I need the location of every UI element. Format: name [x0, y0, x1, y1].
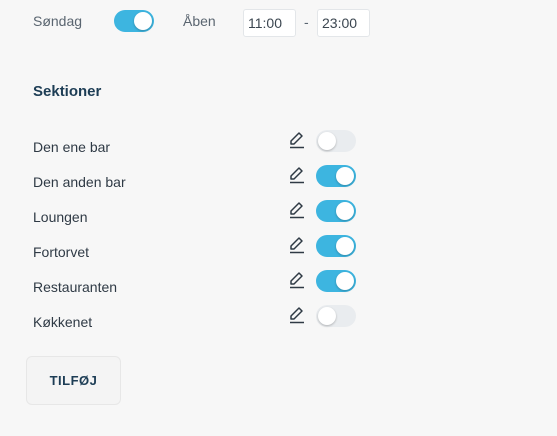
day-label: Søndag	[33, 13, 83, 29]
open-to-time-input[interactable]	[317, 9, 370, 37]
section-label-restauranten: Restauranten	[33, 279, 118, 295]
toggle-knob	[134, 12, 152, 30]
sections-title: Sektioner	[33, 83, 102, 100]
toggle-knob	[318, 132, 336, 150]
section-toggle-den-ene-bar[interactable]	[316, 130, 356, 152]
section-toggle-fortorvet[interactable]	[316, 235, 356, 257]
toggle-knob	[336, 272, 354, 290]
add-section-button[interactable]: TILFØJ	[26, 356, 121, 405]
edit-icon[interactable]	[289, 131, 305, 149]
edit-icon[interactable]	[289, 201, 305, 219]
section-toggle-den-anden-bar[interactable]	[316, 165, 356, 187]
section-label-koekkenet: Køkkenet	[33, 314, 93, 330]
edit-icon[interactable]	[289, 166, 305, 184]
toggle-knob	[336, 237, 354, 255]
section-label-fortorvet: Fortorvet	[33, 244, 90, 260]
toggle-knob	[336, 167, 354, 185]
day-open-toggle[interactable]	[114, 10, 154, 32]
section-label-den-anden-bar: Den anden bar	[33, 174, 126, 190]
toggle-knob	[336, 202, 354, 220]
section-label-loungen: Loungen	[33, 209, 88, 225]
section-toggle-koekkenet[interactable]	[316, 305, 356, 327]
toggle-knob	[318, 307, 336, 325]
section-label-den-ene-bar: Den ene bar	[33, 139, 111, 155]
section-toggle-restauranten[interactable]	[316, 270, 356, 292]
time-range-separator: -	[304, 14, 309, 30]
open-from-time-input[interactable]	[243, 9, 296, 37]
open-status-label: Åben	[183, 13, 216, 29]
edit-icon[interactable]	[289, 236, 305, 254]
section-toggle-loungen[interactable]	[316, 200, 356, 222]
edit-icon[interactable]	[289, 271, 305, 289]
edit-icon[interactable]	[289, 306, 305, 324]
